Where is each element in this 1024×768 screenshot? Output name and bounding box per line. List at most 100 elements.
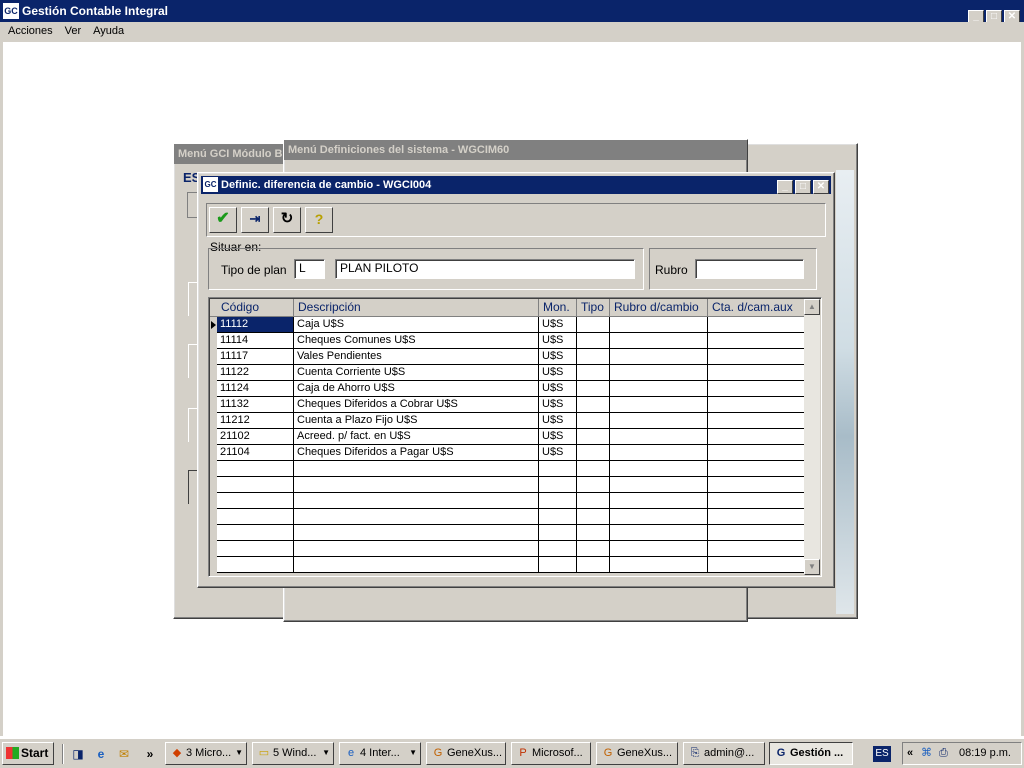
cell-mon[interactable] [539,541,577,556]
cell-rubro[interactable] [610,509,708,524]
cell-tipo[interactable] [577,317,610,332]
col-header-codigo[interactable]: Código [217,299,294,317]
cell-tipo[interactable] [577,445,610,460]
more-quicklaunch-icon[interactable]: » [142,746,158,762]
taskbar-task-button[interactable]: G GeneXus... [426,742,506,765]
cell-mon[interactable] [539,461,577,476]
scroll-up-icon[interactable]: ▲ [804,299,820,315]
cell-rubro[interactable] [610,445,708,460]
cell-cta[interactable] [708,445,805,460]
internet-explorer-icon[interactable]: e [93,746,109,762]
rubro-input[interactable] [695,259,804,279]
taskbar-task-button[interactable]: ⎘ admin@... [683,742,765,765]
cell-mon[interactable] [539,493,577,508]
cell-desc[interactable]: Cheques Diferidos a Cobrar U$S [294,397,539,412]
confirm-button[interactable]: ✔ [209,207,237,233]
cell-tipo[interactable] [577,381,610,396]
cell-rubro[interactable] [610,365,708,380]
cell-desc[interactable]: Acreed. p/ fact. en U$S [294,429,539,444]
cell-mon[interactable]: U$S [539,429,577,444]
cell-cta[interactable] [708,477,805,492]
cell-desc[interactable]: Cheques Diferidos a Pagar U$S [294,445,539,460]
table-row-empty[interactable] [217,509,805,525]
close-icon[interactable]: ✕ [813,180,829,194]
dialog-title-bar[interactable]: GC Definic. diferencia de cambio - WGCI0… [201,176,831,194]
cell-tipo[interactable] [577,413,610,428]
cell-cta[interactable] [708,349,805,364]
taskbar-task-button[interactable]: P Microsof... [511,742,591,765]
cell-mon[interactable]: U$S [539,381,577,396]
cell-tipo[interactable] [577,333,610,348]
cell-tipo[interactable] [577,461,610,476]
cell-codigo[interactable]: 11122 [217,365,294,380]
cell-rubro[interactable] [610,349,708,364]
cell-rubro[interactable] [610,525,708,540]
cell-tipo[interactable] [577,541,610,556]
cell-tipo[interactable] [577,477,610,492]
grid-vertical-scrollbar[interactable]: ▲ ▼ [804,299,820,575]
cell-desc[interactable] [294,557,539,572]
refresh-button[interactable]: ↻ [273,207,301,233]
col-header-mon[interactable]: Mon. [539,299,577,317]
table-row-empty[interactable] [217,461,805,477]
cell-cta[interactable] [708,557,805,572]
tray-expand-icon[interactable]: « [907,743,913,764]
table-row[interactable]: 11132 Cheques Diferidos a Cobrar U$S U$S [217,397,805,413]
table-row-empty[interactable] [217,493,805,509]
table-row-empty[interactable] [217,477,805,493]
cell-desc[interactable]: Cheques Comunes U$S [294,333,539,348]
cell-codigo[interactable] [217,541,294,556]
menu-acciones[interactable]: Acciones [4,22,57,40]
cell-tipo[interactable] [577,397,610,412]
maximize-icon[interactable]: □ [795,180,811,194]
outlook-icon[interactable]: ✉ [116,746,132,762]
cell-rubro[interactable] [610,477,708,492]
cell-codigo[interactable]: 11132 [217,397,294,412]
cell-cta[interactable] [708,541,805,556]
cell-desc[interactable] [294,493,539,508]
table-row-empty[interactable] [217,557,805,573]
cell-cta[interactable] [708,493,805,508]
cell-cta[interactable] [708,413,805,428]
cell-desc[interactable]: Cuenta Corriente U$S [294,365,539,380]
cell-codigo[interactable] [217,557,294,572]
minimize-icon[interactable]: _ [777,180,793,194]
cell-desc[interactable]: Vales Pendientes [294,349,539,364]
table-row-empty[interactable] [217,525,805,541]
cell-cta[interactable] [708,461,805,476]
dialog-gci-icon[interactable]: GC [203,177,218,192]
taskbar-task-button[interactable]: G Gestión ... [769,742,853,765]
bg-window-definiciones-title[interactable]: Menú Definiciones del sistema - WGCIM60 [284,140,747,160]
cell-rubro[interactable] [610,557,708,572]
cell-cta[interactable] [708,365,805,380]
cell-mon[interactable]: U$S [539,413,577,428]
network-icon[interactable]: ⌘ [921,743,932,764]
cell-cta[interactable] [708,317,805,332]
cell-codigo[interactable] [217,477,294,492]
cell-mon[interactable] [539,509,577,524]
menu-ver[interactable]: Ver [61,22,86,40]
app-title-bar[interactable]: GC Gestión Contable Integral _ □ ✕ [0,0,1024,24]
cell-tipo[interactable] [577,365,610,380]
exit-button[interactable]: ⇥ [241,207,269,233]
table-row[interactable]: 11117 Vales Pendientes U$S [217,349,805,365]
table-row-empty[interactable] [217,541,805,557]
cell-codigo[interactable] [217,461,294,476]
cell-rubro[interactable] [610,461,708,476]
bg-window-modulo-title[interactable]: Menú GCI Módulo B [174,144,284,164]
table-row[interactable]: 21104 Cheques Diferidos a Pagar U$S U$S [217,445,805,461]
cell-rubro[interactable] [610,429,708,444]
col-header-rubro[interactable]: Rubro d/cambio [610,299,708,317]
cell-codigo[interactable] [217,493,294,508]
cell-rubro[interactable] [610,397,708,412]
cell-mon[interactable]: U$S [539,349,577,364]
cell-tipo[interactable] [577,509,610,524]
table-row[interactable]: 11114 Cheques Comunes U$S U$S [217,333,805,349]
cell-desc[interactable]: Cuenta a Plazo Fijo U$S [294,413,539,428]
cell-desc[interactable] [294,477,539,492]
cell-codigo[interactable]: 11117 [217,349,294,364]
taskbar-task-button[interactable]: ▭ 5 Wind... ▼ [252,742,334,765]
cell-codigo[interactable]: 11114 [217,333,294,348]
cell-cta[interactable] [708,397,805,412]
start-button[interactable]: Start [2,742,54,765]
